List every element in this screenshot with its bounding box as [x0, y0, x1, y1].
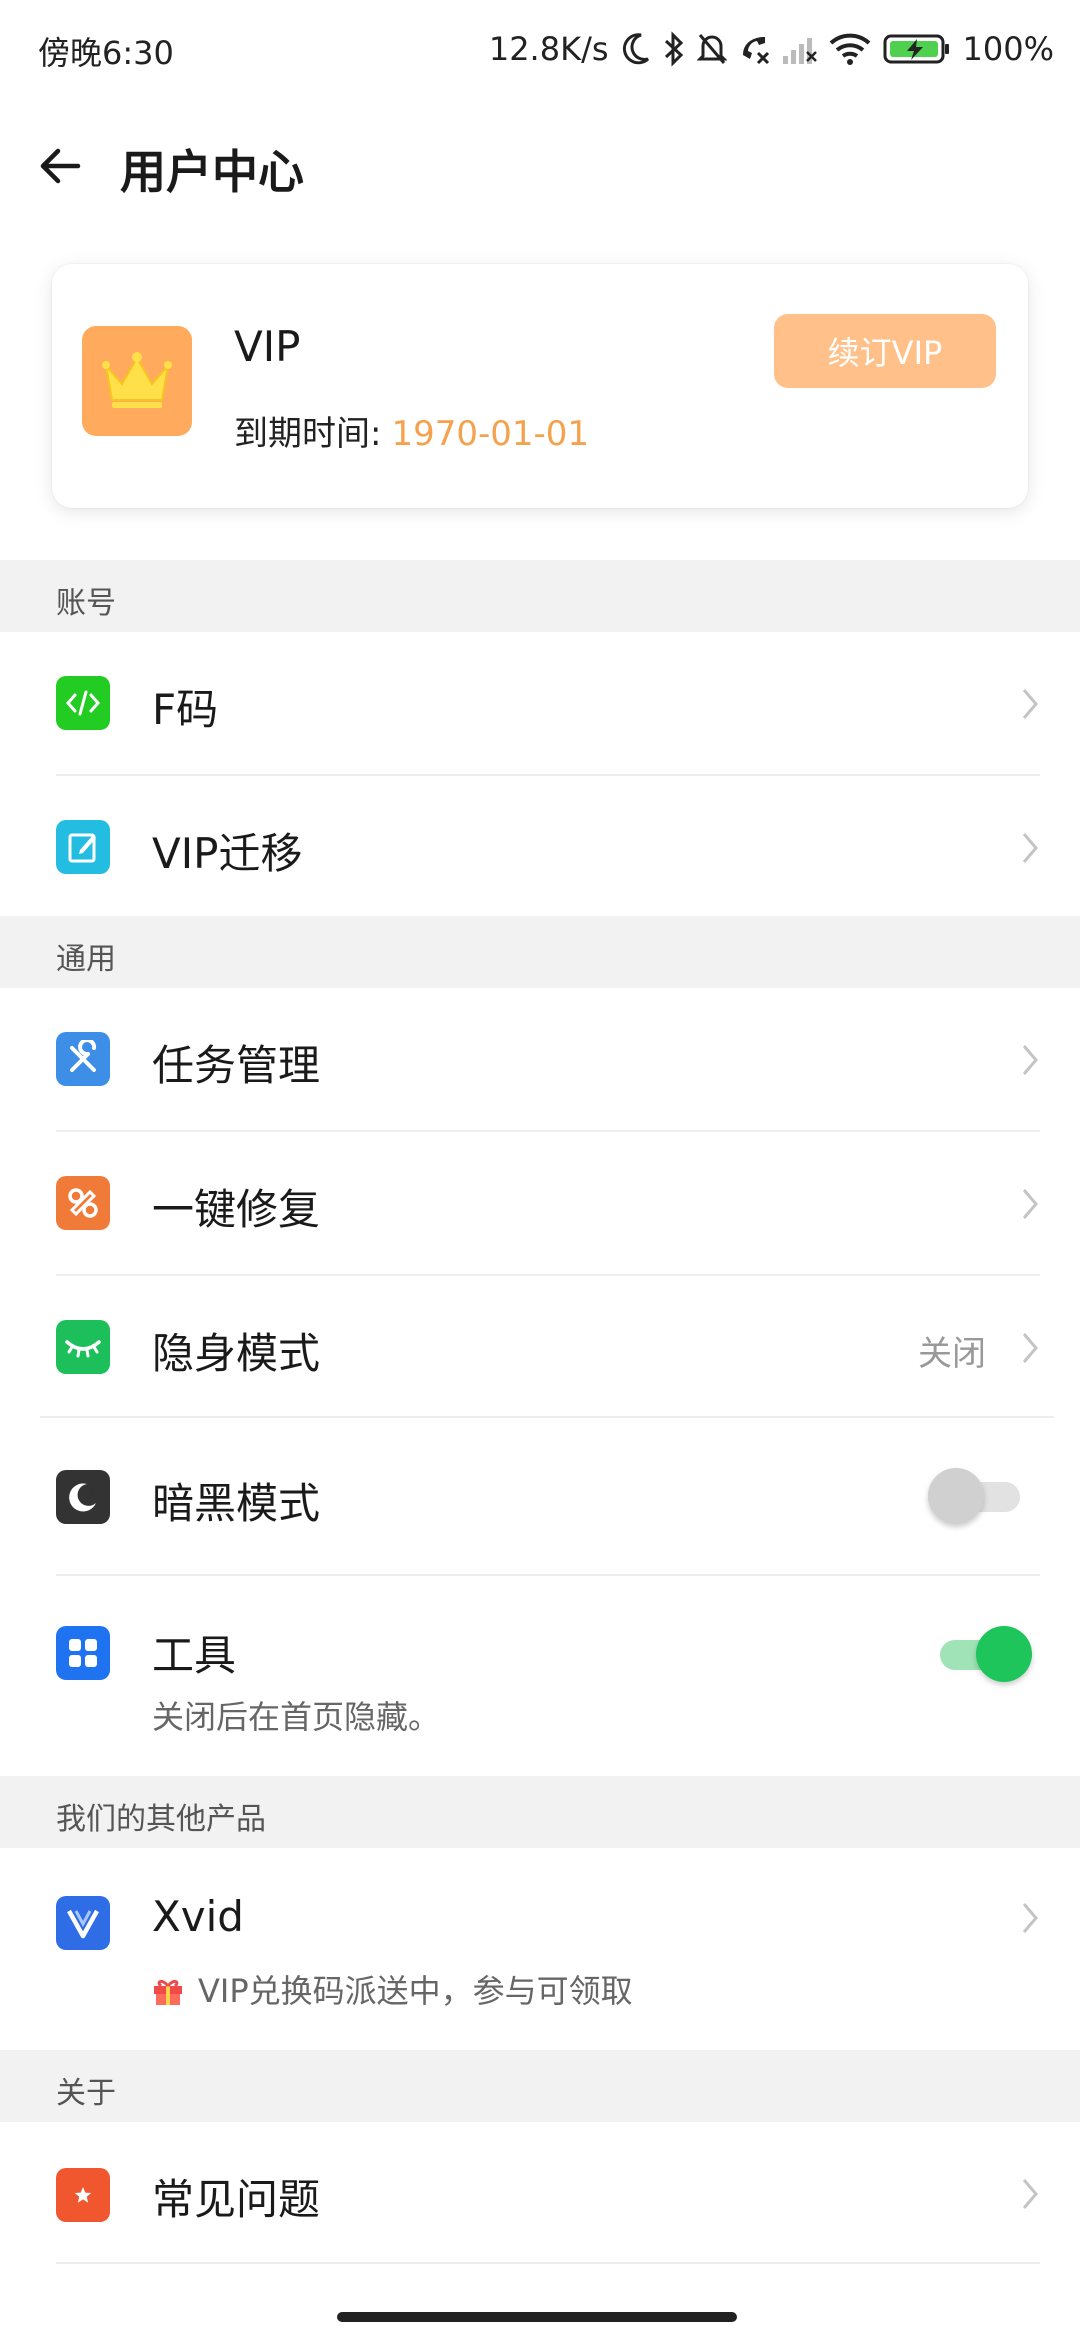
home-indicator[interactable]	[337, 2312, 737, 2322]
status-icons: 12.8K/s 100%	[489, 24, 1054, 74]
code-icon	[56, 676, 110, 730]
item-label: VIP迁移	[152, 829, 303, 878]
list-item-incognito-mode[interactable]: 隐身模式 关闭	[0, 1276, 1080, 1416]
tools-icon	[56, 1032, 110, 1086]
item-label: 工具	[152, 1631, 237, 1680]
crown-icon	[82, 326, 192, 436]
chevron-right-icon	[1022, 1189, 1038, 1219]
arrow-left-icon[interactable]	[34, 138, 90, 194]
section-header-other-products: 我们的其他产品	[0, 1776, 1080, 1848]
item-label: F码	[152, 685, 219, 734]
battery-percent: 100%	[962, 30, 1054, 68]
list-item-dark-mode[interactable]: 暗黑模式	[0, 1418, 1080, 1574]
chevron-right-icon	[1022, 2179, 1038, 2209]
signal-icon	[782, 34, 817, 64]
xvid-logo-icon	[56, 1896, 110, 1950]
list-item-vip-migration[interactable]: VIP迁移	[0, 776, 1080, 916]
vip-title: VIP	[234, 322, 301, 371]
star-icon	[56, 2168, 110, 2222]
item-label: 一键修复	[152, 1185, 321, 1234]
expire-label: 到期时间:	[234, 414, 382, 454]
wifi-icon	[829, 33, 871, 65]
moon-icon	[56, 1470, 110, 1524]
promo-text: VIP兑换码派送中，参与可领取	[198, 1972, 633, 2010]
section-header-account: 账号	[0, 560, 1080, 632]
renew-vip-button[interactable]: 续订VIP	[774, 314, 996, 388]
chevron-right-icon	[1022, 1903, 1038, 1933]
vip-card: VIP 到期时间: 1970-01-01 续订VIP	[52, 264, 1028, 508]
chevron-right-icon	[1022, 1045, 1038, 1075]
divider	[56, 2262, 1040, 2264]
list-item-f-code[interactable]: F码	[0, 632, 1080, 775]
tools-toggle[interactable]	[940, 1626, 1032, 1682]
section-header-general: 通用	[0, 916, 1080, 988]
repair-icon	[56, 1176, 110, 1230]
chevron-right-icon	[1022, 689, 1038, 719]
dark-mode-toggle[interactable]	[928, 1468, 1020, 1524]
item-label: 暗黑模式	[152, 1479, 321, 1528]
section-header-about: 关于	[0, 2050, 1080, 2122]
battery-charging-icon	[883, 33, 951, 65]
top-app-bar: 用户中心	[0, 110, 1080, 220]
chevron-right-icon	[1022, 1333, 1038, 1363]
list-item-one-click-repair[interactable]: 一键修复	[0, 1132, 1080, 1274]
missed-call-icon	[739, 33, 771, 65]
item-subtitle: 关闭后在首页隐藏。	[152, 1698, 441, 1736]
item-label: 常见问题	[152, 2175, 321, 2224]
xvid-promo: VIP兑换码派送中，参与可领取	[152, 1966, 633, 2014]
section-title: 我们的其他产品	[56, 1802, 266, 1837]
list-item-faq[interactable]: 常见问题	[0, 2122, 1080, 2262]
chevron-right-icon	[1022, 833, 1038, 863]
expire-info: 到期时间: 1970-01-01	[234, 406, 589, 455]
closed-eye-icon	[56, 1320, 110, 1374]
list-item-tools[interactable]: 工具 关闭后在首页隐藏。	[0, 1576, 1080, 1776]
network-speed: 12.8K/s	[488, 30, 609, 68]
moon-icon	[621, 32, 651, 66]
expire-date: 1970-01-01	[391, 414, 590, 454]
status-time: 傍晚6:30	[38, 34, 174, 72]
item-label: 隐身模式	[152, 1329, 321, 1378]
page-title: 用户中心	[120, 145, 304, 199]
edit-note-icon	[56, 820, 110, 874]
list-item-xvid[interactable]: Xvid VIP兑换码派送中，参与可领取	[0, 1848, 1080, 2048]
section-title: 通用	[56, 942, 116, 977]
status-bar: 傍晚6:30 12.8K/s 100%	[0, 0, 1080, 100]
incognito-status: 关闭	[918, 1334, 986, 1374]
item-label: Xvid	[152, 1892, 244, 1941]
grid-icon	[56, 1626, 110, 1680]
toggle-knob	[976, 1626, 1032, 1682]
item-label: 任务管理	[152, 1041, 321, 1090]
mute-icon	[696, 32, 727, 66]
toggle-knob	[928, 1468, 984, 1524]
section-title: 关于	[56, 2076, 116, 2111]
section-title: 账号	[56, 586, 116, 621]
bluetooth-icon	[663, 31, 685, 67]
list-item-task-management[interactable]: 任务管理	[0, 988, 1080, 1130]
gift-icon	[152, 1976, 184, 2014]
